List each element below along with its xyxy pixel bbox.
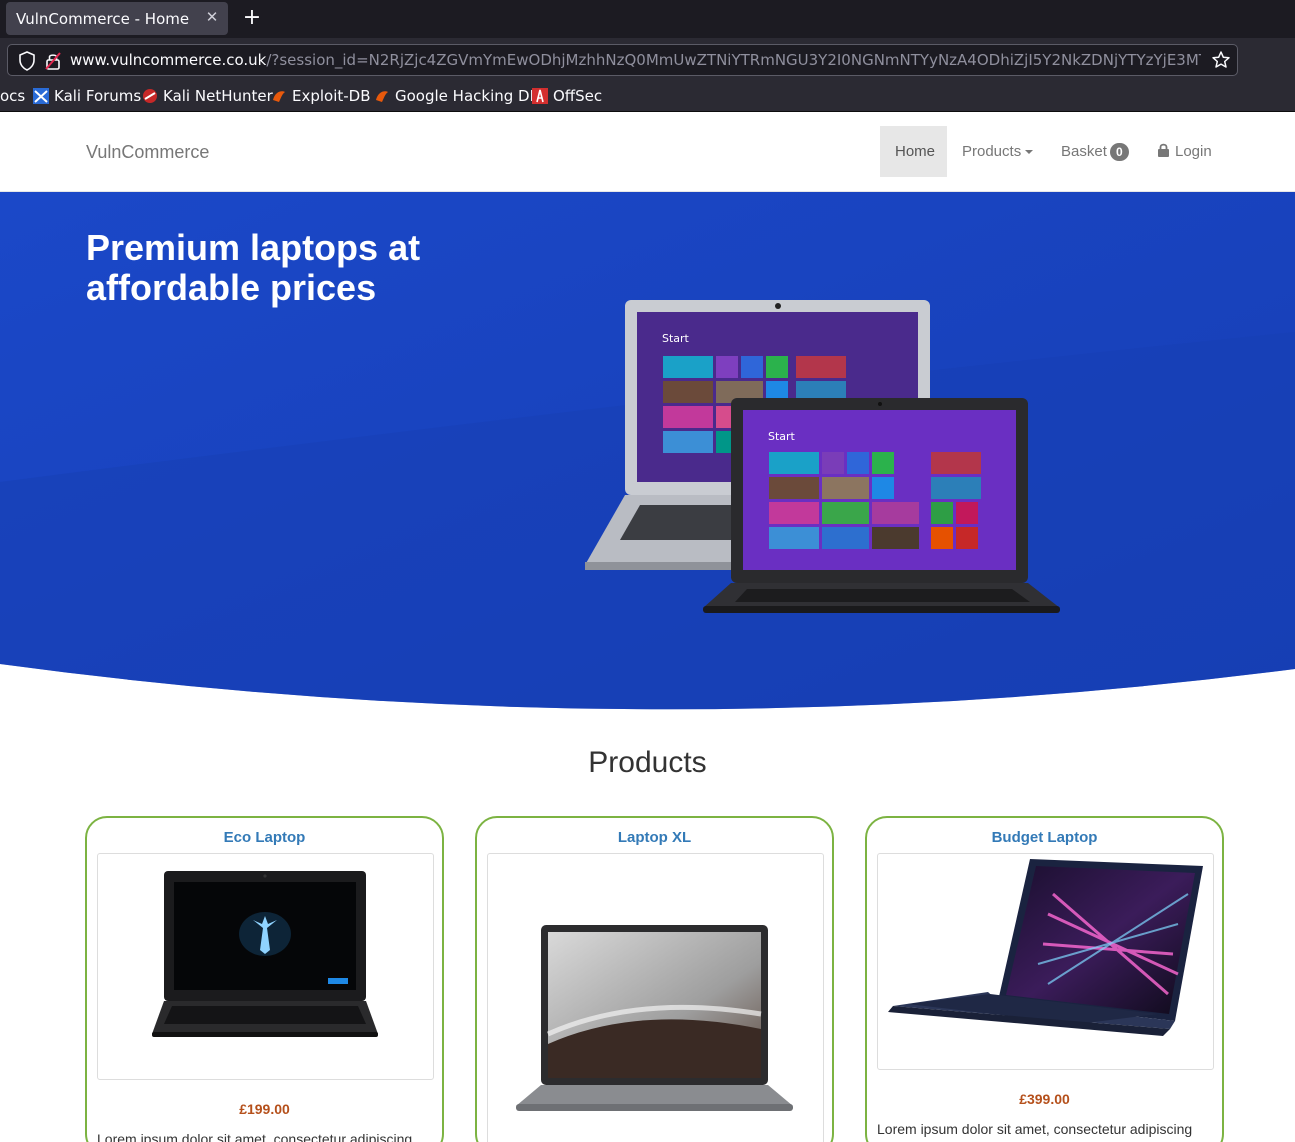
exploit-db-icon [273,91,285,102]
bookmark-kali-nethunter[interactable]: Kali NetHunter [142,87,273,105]
product-card: Laptop XL [475,816,834,1142]
product-thumbnail[interactable] [487,853,824,1142]
basket-count-badge: 0 [1109,143,1129,162]
nav-basket-label: Basket [1061,143,1107,160]
hero-banner: Premium laptops at affordable prices Sta… [0,192,1295,717]
insecure-lock-icon[interactable] [44,51,62,71]
nav-products-dropdown[interactable]: Products [947,126,1048,177]
new-tab-icon[interactable]: + [240,4,264,32]
bookmark-offsec[interactable]: OffSec [532,87,602,105]
url-path: /?session_id=N2RjZjc4ZGVmYmEwODhjMzhhNzQ… [266,51,1201,69]
hero-laptops-image: Start Start [585,300,1060,613]
product-price: £399.00 [1019,1091,1070,1107]
product-price: £199.00 [239,1101,290,1117]
site-brand[interactable]: VulnCommerce [86,142,209,163]
bookmark-label: ocs [0,87,26,105]
bookmarks-toolbar: ocs Kali Forums Kali NetHunter Exploit-D… [0,82,1295,112]
bookmark-google-hacking-db[interactable]: Google Hacking DB [374,87,540,105]
lock-icon [1158,143,1169,157]
product-name-link[interactable]: Laptop XL [477,829,832,846]
tab-title: VulnCommerce - Home [16,10,190,28]
nav-login[interactable]: Login [1142,126,1227,177]
url-text[interactable]: www.vulncommerce.co.uk/?session_id=N2RjZ… [70,51,1201,69]
svg-text:Start: Start [768,430,796,443]
kali-forums-icon [33,88,49,104]
product-card: Eco Laptop £199.00 Lorem ipsum dolor sit… [85,816,444,1142]
kali-nethunter-icon [143,89,157,103]
product-name-link[interactable]: Budget Laptop [867,829,1222,846]
nav-login-label: Login [1175,143,1212,160]
product-image [152,871,378,1037]
product-thumbnail[interactable] [877,853,1214,1070]
nav-home[interactable]: Home [880,126,947,177]
bookmark-label: Kali Forums [54,87,142,105]
product-image [516,925,793,1111]
browser-toolbar: www.vulncommerce.co.uk/?session_id=N2RjZ… [0,38,1295,82]
bookmark-label: OffSec [553,87,603,105]
shield-icon[interactable] [18,51,36,71]
product-description: Lorem ipsum dolor sit amet, consectetur … [97,1131,413,1142]
google-hacking-db-icon [376,91,388,102]
browser-tab-bar: VulnCommerce - Home ✕ + [0,0,1295,38]
address-bar[interactable]: www.vulncommerce.co.uk/?session_id=N2RjZ… [7,44,1238,76]
bookmark-star-icon[interactable] [1211,50,1231,70]
product-image [888,859,1203,1036]
product-name-link[interactable]: Eco Laptop [87,829,442,846]
hero-title: Premium laptops at affordable prices [86,227,421,308]
svg-text:Start: Start [662,332,690,345]
product-card: Budget Laptop £399.00 Lorem ipsum dolor … [865,816,1224,1142]
offsec-icon [532,88,548,104]
url-host: www.vulncommerce.co.uk [70,51,267,69]
bookmark-label: Kali NetHunter [163,87,273,105]
nav-products-label: Products [962,143,1022,160]
bookmark-docs[interactable]: ocs [0,87,25,105]
bookmark-label: Google Hacking DB [395,87,540,105]
bookmark-kali-forums[interactable]: Kali Forums [33,87,141,105]
products-heading: Products [588,746,707,779]
close-tab-icon[interactable]: ✕ [204,8,220,28]
bookmark-label: Exploit-DB [292,87,371,105]
product-thumbnail[interactable] [97,853,434,1080]
caret-down-icon [1025,150,1034,155]
browser-tab[interactable]: VulnCommerce - Home ✕ [6,2,228,35]
site-navbar: VulnCommerce Home Products Basket 0 Login [0,112,1295,192]
nav-basket[interactable]: Basket 0 [1046,126,1144,177]
bookmark-exploit-db[interactable]: Exploit-DB [271,87,371,105]
product-description: Lorem ipsum dolor sit amet, consectetur … [877,1121,1193,1137]
